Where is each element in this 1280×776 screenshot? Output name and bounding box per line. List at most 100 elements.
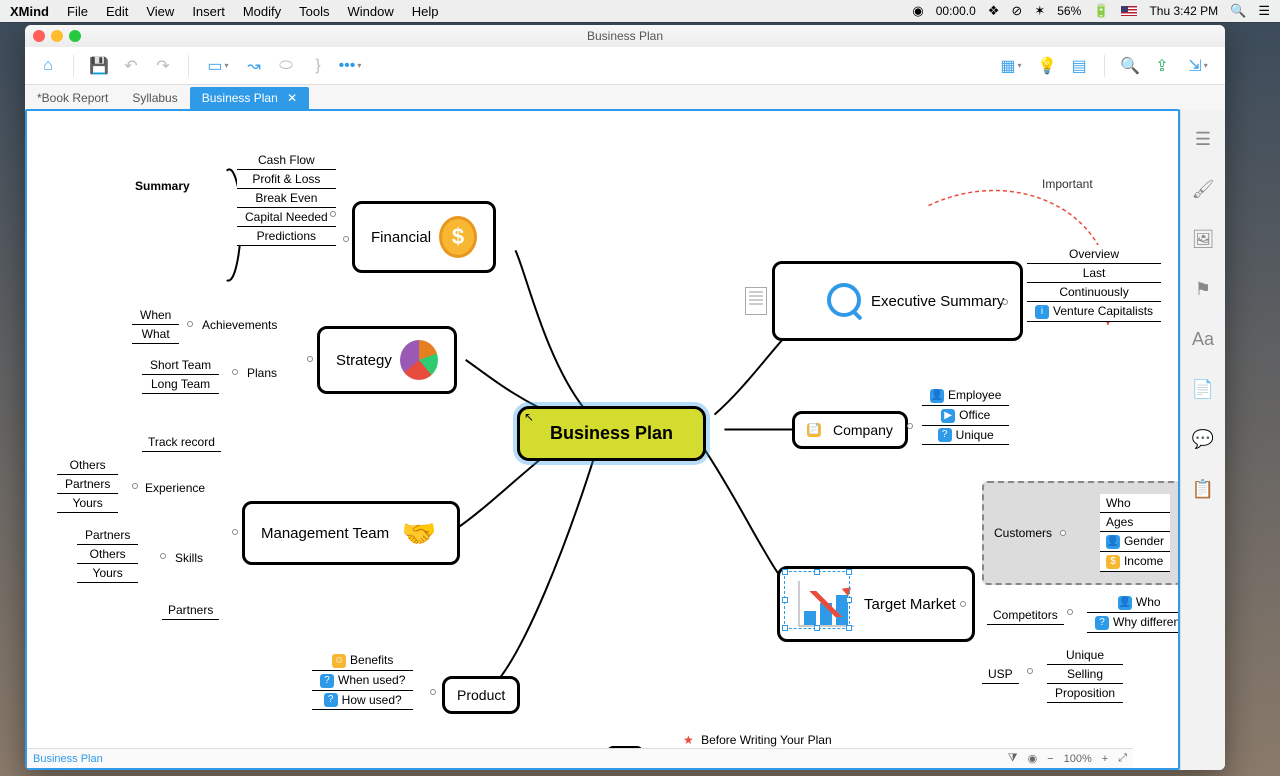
mgmt-item[interactable]: Others [77,545,138,564]
menu-tools[interactable]: Tools [299,4,329,19]
achievements-label[interactable]: Achievements [202,318,277,332]
search-button[interactable]: 🔍 [1117,53,1143,79]
zoom-out-button[interactable]: − [1047,753,1053,765]
financial-item[interactable]: Cash Flow [237,151,336,170]
plans-label[interactable]: Plans [247,366,277,380]
relationship-button[interactable]: ↝ [241,53,267,79]
boundary-button[interactable]: ⬭ [273,53,299,79]
customer-item[interactable]: 👤Gender [1100,532,1170,552]
task-panel-icon[interactable]: 📋 [1193,479,1213,499]
node-strategy[interactable]: Strategy [317,326,457,394]
menu-insert[interactable]: Insert [192,4,225,19]
summary-button[interactable]: } [305,53,331,79]
tab-syllabus[interactable]: Syllabus [120,87,189,109]
usp-item[interactable]: Proposition [1047,684,1123,703]
clock[interactable]: Thu 3:42 PM [1149,4,1218,18]
sheet-name[interactable]: Business Plan [33,753,103,765]
presentation-button[interactable]: ▦ [994,53,1028,79]
node-central[interactable]: Business Plan [517,406,706,461]
strategy-item[interactable]: Short Team [142,356,219,375]
menu-window[interactable]: Window [347,4,393,19]
summary-label[interactable]: Summary [135,179,190,193]
product-item[interactable]: ?When used? [312,671,413,691]
menu-edit[interactable]: Edit [106,4,128,19]
save-button[interactable]: 💾 [86,53,112,79]
menu-file[interactable]: File [67,4,88,19]
fit-button[interactable]: ⤢ [1118,752,1127,765]
outline-panel-icon[interactable]: ☰ [1193,129,1213,149]
company-item[interactable]: 👤Employee [922,386,1009,406]
customer-item[interactable]: $Income [1100,552,1170,572]
mgmt-item[interactable]: Partners [77,526,138,545]
view-icon[interactable]: ◉ [1028,752,1038,765]
image-panel-icon[interactable]: 🖼 [1193,229,1213,249]
zoom-level[interactable]: 100% [1064,753,1092,765]
strategy-item[interactable]: When [132,306,179,325]
tab-business-plan[interactable]: Business Plan ✕ [190,87,309,109]
tab-close-icon[interactable]: ✕ [287,91,297,105]
node-management[interactable]: Management Team 🤝 [242,501,460,565]
customer-item[interactable]: Who [1100,494,1170,513]
partners-label[interactable]: Partners [162,601,219,620]
gantt-button[interactable]: ▤ [1066,53,1092,79]
skills-label[interactable]: Skills [175,551,203,565]
company-item[interactable]: ▶Office [922,406,1009,426]
app-name[interactable]: XMind [10,4,49,19]
track-record[interactable]: Track record [142,433,221,452]
mgmt-item[interactable]: Partners [57,475,118,494]
redo-button[interactable]: ↷ [150,53,176,79]
node-executive[interactable]: Executive Summary [772,261,1023,341]
undo-button[interactable]: ↶ [118,53,144,79]
node-product[interactable]: Product [442,676,520,714]
share-button[interactable]: ⇪ [1149,53,1175,79]
menu-help[interactable]: Help [412,4,439,19]
financial-item[interactable]: Predictions [237,227,336,246]
usp-item[interactable]: Unique [1047,646,1123,665]
product-item[interactable]: ?How used? [312,691,413,711]
financial-item[interactable]: Capital Needed [237,208,336,227]
sync-icon[interactable]: ⊘ [1011,3,1022,19]
canvas[interactable]: Business Plan ↖ Financial $ Cash Flow Pr… [25,109,1180,770]
window-close-button[interactable] [33,30,45,42]
node-financial[interactable]: Financial $ [352,201,496,273]
strategy-item[interactable]: What [132,325,179,344]
battery-icon[interactable]: 🔋 [1093,3,1109,19]
window-minimize-button[interactable] [51,30,63,42]
flag-icon[interactable] [1121,6,1137,16]
zoom-in-button[interactable]: + [1102,753,1108,765]
spotlight-icon[interactable]: 🔍 [1230,3,1246,19]
exec-item[interactable]: iVenture Capitalists [1027,302,1161,322]
dropbox-icon[interactable]: ❖ [988,3,1000,19]
exec-item[interactable]: Overview [1027,245,1161,264]
menu-modify[interactable]: Modify [243,4,281,19]
competitors-label[interactable]: Competitors [987,606,1064,625]
mgmt-item[interactable]: Yours [77,564,138,583]
financial-item[interactable]: Profit & Loss [237,170,336,189]
mgmt-item[interactable]: Yours [57,494,118,513]
experience-label[interactable]: Experience [145,481,205,495]
notes-panel-icon[interactable]: 📄 [1193,379,1213,399]
product-item[interactable]: ☺Benefits [312,651,413,671]
mgmt-item[interactable]: Others [57,456,118,475]
filter-icon[interactable]: ⧩ [1008,752,1018,765]
window-maximize-button[interactable] [69,30,81,42]
usp-label[interactable]: USP [982,665,1019,684]
format-panel-icon[interactable]: 🖌 [1193,179,1213,199]
node-company[interactable]: 📄 Company [792,411,908,449]
exec-item[interactable]: Continuously [1027,283,1161,302]
comments-panel-icon[interactable]: 💬 [1193,429,1213,449]
company-item[interactable]: ?Unique [922,426,1009,446]
exec-item[interactable]: Last [1027,264,1161,283]
wifi-icon[interactable]: ✶ [1034,3,1045,19]
home-button[interactable]: ⌂ [35,53,61,79]
idea-button[interactable]: 💡 [1034,53,1060,79]
topic-button[interactable]: ▭ [201,53,235,79]
tab-book-report[interactable]: *Book Report [25,87,120,109]
financial-item[interactable]: Break Even [237,189,336,208]
export-button[interactable]: ⇲ [1181,53,1215,79]
customers-box[interactable]: Customers Who Ages 👤Gender $Income [982,481,1180,585]
font-panel-icon[interactable]: Aa [1193,329,1213,349]
competitor-item[interactable]: 👤Who [1087,593,1180,613]
strategy-item[interactable]: Long Team [142,375,219,394]
menu-icon[interactable]: ☰ [1258,3,1270,19]
